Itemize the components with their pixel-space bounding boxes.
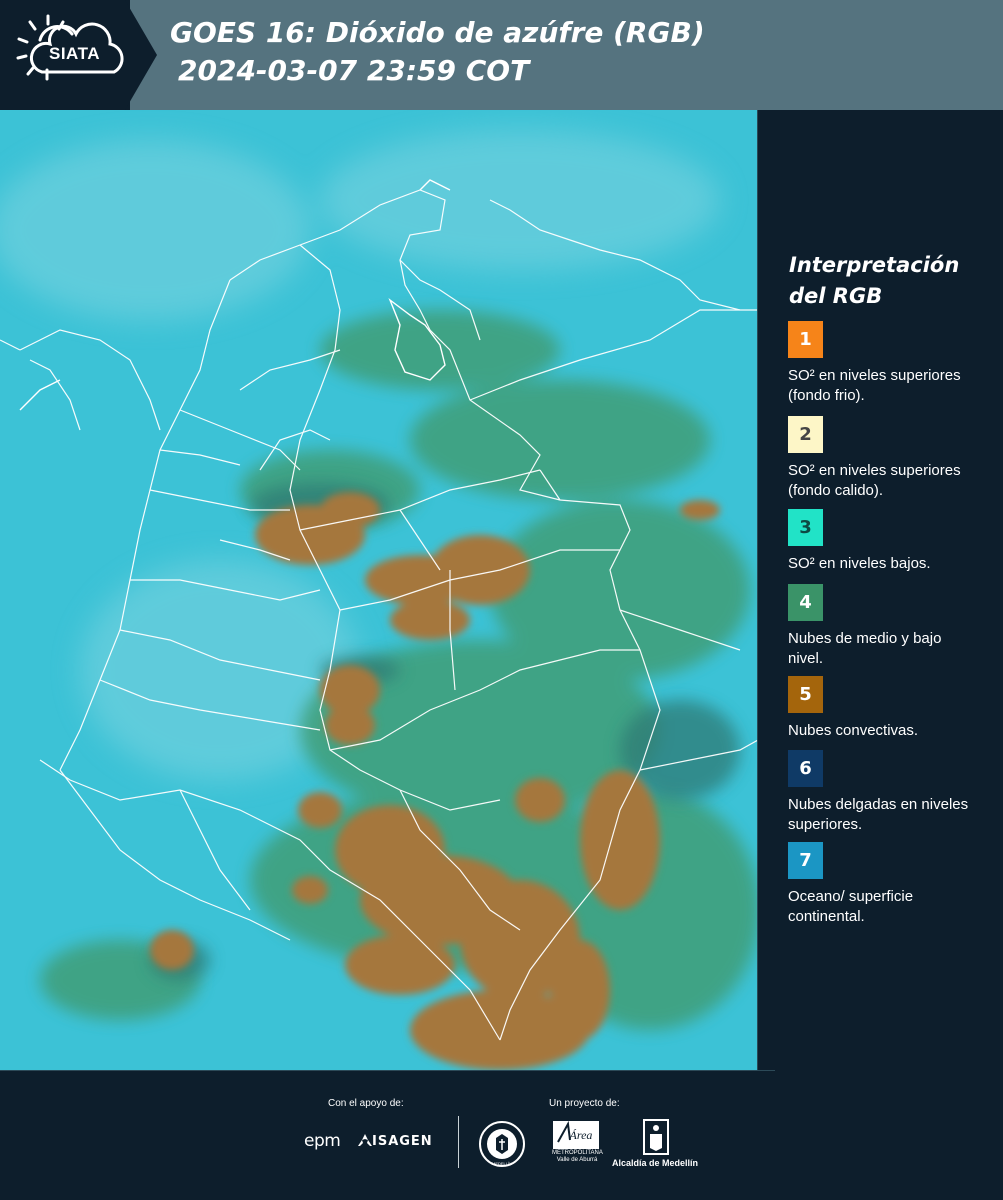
legend-description-7: Oceano/ superficie continental. bbox=[788, 888, 914, 925]
epm-logo: epm bbox=[304, 1131, 341, 1151]
legend-item-5: 5 Nubes convectivas. bbox=[788, 676, 978, 741]
isagen-mark-icon bbox=[358, 1134, 372, 1146]
alcaldia-shield-icon bbox=[643, 1119, 669, 1155]
legend-panel: Interpretación del RGB 1 SO² en niveles … bbox=[758, 110, 1003, 1070]
legend-description-2: SO² en niveles superiores (fondo calido)… bbox=[788, 462, 961, 499]
legend-swatch-3: 3 bbox=[788, 509, 823, 546]
legend-item-6: 6 Nubes delgadas en niveles superiores. bbox=[788, 750, 978, 835]
legend-number-5: 5 bbox=[799, 684, 812, 705]
medellin-seal-text: MEDELLÍN bbox=[492, 1161, 512, 1166]
legend-item-3: 3 SO² en niveles bajos. bbox=[788, 509, 978, 574]
legend-description-4: Nubes de medio y bajo nivel. bbox=[788, 630, 942, 667]
legend-number-4: 4 bbox=[799, 592, 812, 613]
area-logo-text: Área bbox=[569, 1128, 593, 1142]
siata-logo-block: SIATA bbox=[0, 0, 130, 110]
legend-title: Interpretación del RGB bbox=[789, 250, 959, 312]
legend-title-line2: del RGB bbox=[789, 284, 883, 308]
legend-item-2: 2 SO² en niveles superiores (fondo calid… bbox=[788, 416, 978, 509]
legend-swatch-7: 7 bbox=[788, 842, 823, 879]
legend-title-line1: Interpretación bbox=[789, 253, 960, 277]
page-title: GOES 16: Dióxido de azúfre (RGB) 2024-03… bbox=[170, 14, 705, 90]
footer-separator bbox=[458, 1116, 459, 1168]
area-metropolitana-text: METROPOLITANA Valle de Aburrá bbox=[552, 1150, 603, 1163]
siata-logo-text: SIATA bbox=[49, 44, 100, 63]
legend-description-3: SO² en niveles bajos. bbox=[788, 555, 931, 572]
footer: Con el apoyo de: Un proyecto de: epm ISA… bbox=[0, 1070, 1003, 1200]
legend-description-5: Nubes convectivas. bbox=[788, 722, 919, 739]
project-label: Un proyecto de: bbox=[549, 1098, 620, 1109]
title-product: GOES 16: Dióxido de azúfre (RGB) bbox=[170, 16, 705, 49]
legend-swatch-4: 4 bbox=[788, 584, 823, 621]
legend-swatch-5: 5 bbox=[788, 676, 823, 713]
satellite-map[interactable] bbox=[0, 110, 758, 1070]
header-chevron bbox=[125, 0, 157, 110]
header-bar: SIATA GOES 16: Dióxido de azúfre (RGB) 2… bbox=[0, 0, 1003, 110]
legend-number-3: 3 bbox=[799, 517, 812, 538]
legend-number-2: 2 bbox=[799, 424, 812, 445]
legend-number-7: 7 bbox=[799, 850, 812, 871]
title-timestamp: 2024-03-07 23:59 COT bbox=[178, 54, 530, 87]
alcaldia-medellin-label: Alcaldía de Medellín bbox=[612, 1158, 699, 1168]
legend-item-7: 7 Oceano/ superficie continental. bbox=[788, 842, 978, 927]
legend-item-1: 1 SO² en niveles superiores (fondo frio)… bbox=[788, 321, 978, 406]
legend-swatch-1: 1 bbox=[788, 321, 823, 358]
legend-swatch-6: 6 bbox=[788, 750, 823, 787]
support-label: Con el apoyo de: bbox=[328, 1098, 404, 1109]
legend-item-4: 4 Nubes de medio y bajo nivel. bbox=[788, 584, 978, 669]
legend-description-6: Nubes delgadas en niveles superiores. bbox=[788, 796, 969, 833]
legend-number-1: 1 bbox=[799, 329, 812, 350]
footer-divider bbox=[0, 1070, 775, 1071]
legend-swatch-2: 2 bbox=[788, 416, 823, 453]
legend-number-6: 6 bbox=[799, 758, 812, 779]
medellin-seal-icon: MEDELLÍN bbox=[479, 1121, 525, 1167]
legend-description-1: SO² en niveles superiores (fondo frio). bbox=[788, 367, 961, 404]
area-metropolitana-logo: Área bbox=[553, 1120, 599, 1149]
satellite-image bbox=[0, 110, 757, 1070]
isagen-logo: ISAGEN bbox=[372, 1134, 433, 1149]
